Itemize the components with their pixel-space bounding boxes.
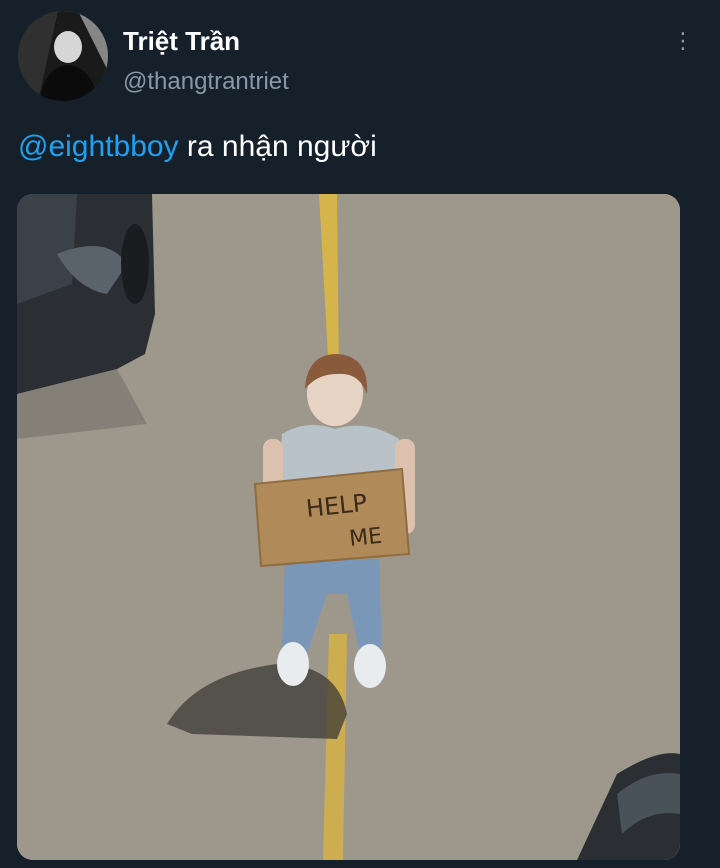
tweet-media-image[interactable]: HELP ME — [17, 194, 680, 860]
mention-link[interactable]: @eightbboy — [18, 130, 179, 163]
tweet-text: @eightbboy ra nhận người — [18, 130, 377, 164]
avatar-photo — [18, 11, 108, 101]
media-photo: HELP ME — [17, 194, 680, 860]
more-options-button[interactable]: ⋮ — [664, 24, 702, 58]
parked-car — [17, 194, 155, 439]
tweet-body: ra nhận người — [178, 130, 377, 163]
more-vertical-icon: ⋮ — [672, 28, 694, 53]
author-handle[interactable]: @thangtrantriet — [123, 68, 289, 96]
author-avatar[interactable] — [18, 11, 108, 101]
tweet-card: Triệt Trần @thangtrantriet ⋮ @eightbboy … — [0, 0, 720, 868]
author-display-name[interactable]: Triệt Trần — [123, 26, 240, 57]
sign-text-line2: ME — [348, 524, 383, 552]
